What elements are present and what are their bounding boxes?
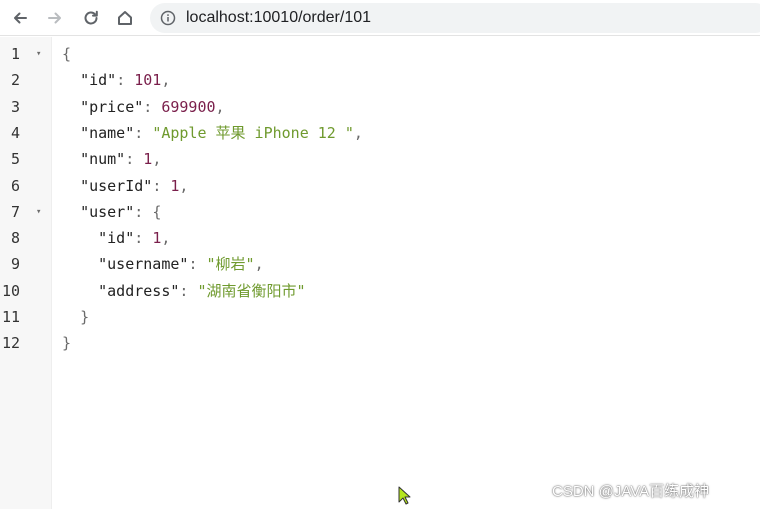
line-number: 3 xyxy=(10,97,20,116)
json-key: "id" xyxy=(80,71,117,90)
json-separator: : xyxy=(134,202,153,221)
json-separator: : xyxy=(143,97,162,116)
code-text: } xyxy=(62,330,71,356)
mouse-cursor-icon xyxy=(398,486,411,505)
forward-button[interactable] xyxy=(42,5,68,31)
json-separator: : xyxy=(134,123,153,142)
fold-toggle-icon[interactable]: ▾ xyxy=(36,199,41,225)
json-punctuation: } xyxy=(80,308,90,326)
line-number: 1 xyxy=(10,45,20,63)
code-line: 7 ▾ "user": { xyxy=(0,199,760,225)
json-separator: : xyxy=(179,281,198,300)
reload-icon xyxy=(84,10,98,25)
code-line: 5 "num": 1, xyxy=(0,146,760,172)
json-key: "id" xyxy=(98,229,135,248)
json-string-value: "湖南省衡阳市" xyxy=(197,281,306,300)
json-punctuation: { xyxy=(152,202,162,221)
code-line: 8 "id": 1, xyxy=(0,225,760,251)
code-line: 1 ▾ { xyxy=(0,41,760,67)
json-separator: : xyxy=(134,229,153,248)
line-number: 11 xyxy=(1,308,20,326)
line-number: 8 xyxy=(10,229,20,248)
reload-button[interactable] xyxy=(78,5,104,31)
json-viewer: 1 ▾{2 "id": 101, 3 "price": 699900, 4 "name… xyxy=(0,37,760,509)
json-key: "price" xyxy=(80,97,144,116)
code-text: "num": 1, xyxy=(62,146,161,172)
code-line: 4 "name": "Apple 苹果 iPhone 12 ", xyxy=(0,120,760,146)
info-icon[interactable] xyxy=(160,10,176,26)
line-number: 10 xyxy=(1,281,20,300)
back-arrow-icon xyxy=(14,12,27,24)
json-number-value: 699900 xyxy=(161,97,216,116)
browser-toolbar: localhost:10010/order/101 xyxy=(0,0,760,36)
code-line: 11 } xyxy=(0,304,760,330)
json-punctuation: { xyxy=(62,45,72,63)
code-text: "user": { xyxy=(62,199,161,225)
json-separator: : xyxy=(125,150,144,169)
code-text: "name": "Apple 苹果 iPhone 12 ", xyxy=(62,120,363,146)
code-line: 2 "id": 101, xyxy=(0,67,760,93)
line-number: 6 xyxy=(10,176,20,195)
json-punctuation: , xyxy=(152,150,162,169)
address-bar[interactable]: localhost:10010/order/101 xyxy=(150,3,760,33)
code-line: 6 "userId": 1, xyxy=(0,173,760,199)
json-punctuation: } xyxy=(62,334,72,353)
code-text: "address": "湖南省衡阳市" xyxy=(62,278,306,304)
json-string-value: "柳岩" xyxy=(206,255,255,274)
watermark: CSDN @JAVA百练成神 xyxy=(552,483,710,500)
json-key: "username" xyxy=(98,255,189,274)
json-separator: : xyxy=(116,71,135,90)
json-punctuation: , xyxy=(353,123,363,142)
line-number: 9 xyxy=(10,255,20,274)
code-text: } xyxy=(62,304,89,330)
code-line: 10 "address": "湖南省衡阳市" xyxy=(0,278,760,304)
code-text: "id": 1, xyxy=(62,225,170,251)
home-icon xyxy=(118,11,132,25)
json-separator: : xyxy=(152,176,171,195)
url-text[interactable]: localhost:10010/order/101 xyxy=(186,9,371,27)
line-number: 5 xyxy=(10,150,20,169)
home-button[interactable] xyxy=(112,5,138,31)
line-number: 12 xyxy=(1,334,20,353)
code-line: 12} xyxy=(0,330,760,356)
fold-toggle-icon[interactable]: ▾ xyxy=(36,41,41,67)
code-text: { xyxy=(62,41,71,67)
back-button[interactable] xyxy=(7,5,33,31)
line-number: 2 xyxy=(10,71,20,90)
json-punctuation: , xyxy=(254,255,264,274)
line-number: 7 xyxy=(10,202,20,221)
code-text: "userId": 1, xyxy=(62,173,188,199)
line-number: 4 xyxy=(10,123,20,142)
code-text: "price": 699900, xyxy=(62,94,225,120)
json-number-value: 1 xyxy=(143,150,153,169)
json-punctuation: , xyxy=(161,229,171,248)
json-number-value: 1 xyxy=(152,229,162,248)
json-key: "address" xyxy=(98,281,180,300)
json-separator: : xyxy=(188,255,207,274)
json-punctuation: , xyxy=(215,97,225,116)
json-punctuation: , xyxy=(179,176,189,195)
forward-arrow-icon xyxy=(48,12,61,24)
json-key: "name" xyxy=(80,123,135,142)
json-key: "num" xyxy=(80,150,126,169)
json-number-value: 101 xyxy=(134,71,162,90)
code-text: "id": 101, xyxy=(62,67,170,93)
json-key: "user" xyxy=(80,202,135,221)
code-text: "username": "柳岩", xyxy=(62,251,264,277)
json-punctuation: , xyxy=(161,71,171,90)
code-line: 3 "price": 699900, xyxy=(0,94,760,120)
code-line: 9 "username": "柳岩", xyxy=(0,251,760,277)
json-key: "userId" xyxy=(80,176,153,195)
json-string-value: "Apple 苹果 iPhone 12 " xyxy=(152,123,354,142)
